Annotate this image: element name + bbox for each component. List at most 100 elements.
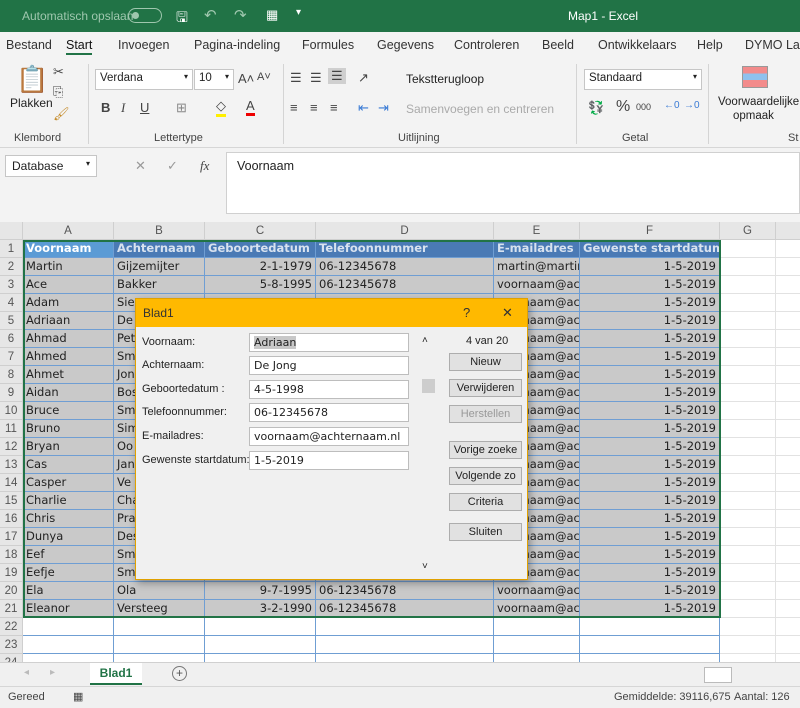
cell[interactable]	[580, 654, 720, 662]
cell[interactable]	[720, 294, 776, 312]
cell[interactable]	[720, 276, 776, 294]
cell[interactable]	[114, 654, 205, 662]
cell[interactable]	[776, 654, 800, 662]
row-header[interactable]: 18	[0, 546, 23, 564]
name-box[interactable]: Database ▾	[5, 155, 97, 177]
cell[interactable]	[720, 312, 776, 330]
tab-controleren[interactable]: Controleren	[454, 38, 519, 52]
cell[interactable]: 1-5-2019	[580, 384, 720, 402]
formula-input[interactable]: Voornaam	[226, 152, 800, 214]
row-header[interactable]: 9	[0, 384, 23, 402]
cell[interactable]	[23, 636, 114, 654]
cell[interactable]	[494, 618, 580, 636]
column-header-A[interactable]: A	[23, 222, 114, 240]
increase-font-icon[interactable]: A˄	[238, 71, 254, 86]
cell[interactable]	[720, 348, 776, 366]
close-form-button[interactable]: Sluiten	[449, 523, 522, 541]
customize-qat-icon[interactable]: ▾	[296, 7, 301, 18]
percent-icon[interactable]: %	[616, 98, 630, 116]
align-middle-icon[interactable]: ☰	[310, 70, 322, 86]
cell[interactable]	[776, 420, 800, 438]
cell[interactable]: Ola	[114, 582, 205, 600]
cell[interactable]	[776, 240, 800, 258]
delete-button[interactable]: Verwijderen	[449, 379, 522, 397]
cell[interactable]: voornaam@achternaam.nl	[494, 276, 580, 294]
format-painter-icon[interactable]: 🖌	[53, 106, 70, 122]
column-header-F[interactable]: F	[580, 222, 720, 240]
cell[interactable]	[580, 618, 720, 636]
horizontal-scrollbar[interactable]	[704, 667, 732, 683]
row-header[interactable]: 11	[0, 420, 23, 438]
cell[interactable]: 06-12345678	[316, 276, 494, 294]
row-header[interactable]: 2	[0, 258, 23, 276]
cell[interactable]	[776, 402, 800, 420]
cell[interactable]	[720, 636, 776, 654]
find-prev-button[interactable]: Vorige zoeke	[449, 441, 522, 459]
scroll-left-icon[interactable]: ◂	[24, 667, 29, 678]
paste-icon[interactable]: 📋	[16, 64, 48, 95]
cell[interactable]: 1-5-2019	[580, 348, 720, 366]
cell[interactable]	[580, 636, 720, 654]
column-header-G[interactable]: G	[720, 222, 776, 240]
row-header[interactable]: 17	[0, 528, 23, 546]
autosave-toggle[interactable]	[128, 8, 162, 23]
cell[interactable]	[776, 456, 800, 474]
wrap-text-button[interactable]: Tekstterugloop	[406, 72, 484, 86]
row-header[interactable]: 24	[0, 654, 23, 662]
tab-help[interactable]: Help	[697, 38, 723, 52]
cell[interactable]	[776, 384, 800, 402]
cell[interactable]	[776, 600, 800, 618]
cell[interactable]: 06-12345678	[316, 582, 494, 600]
align-left-icon[interactable]: ≡	[290, 100, 298, 115]
field-input[interactable]: Adriaan	[249, 333, 409, 352]
cell[interactable]: 1-5-2019	[580, 582, 720, 600]
cell[interactable]: 1-5-2019	[580, 600, 720, 618]
add-sheet-icon[interactable]: +	[172, 666, 187, 681]
row-header[interactable]: 23	[0, 636, 23, 654]
cell[interactable]: Charlie	[23, 492, 114, 510]
cell[interactable]: Chris	[23, 510, 114, 528]
cell[interactable]	[720, 618, 776, 636]
cell[interactable]	[776, 330, 800, 348]
row-header[interactable]: 15	[0, 492, 23, 510]
cell[interactable]: Casper	[23, 474, 114, 492]
cell[interactable]: Cas	[23, 456, 114, 474]
cell[interactable]	[776, 618, 800, 636]
cell[interactable]	[720, 330, 776, 348]
cell[interactable]	[720, 402, 776, 420]
cell[interactable]: 06-12345678	[316, 600, 494, 618]
cell[interactable]: Eef	[23, 546, 114, 564]
cell[interactable]: 5-8-1995	[205, 276, 316, 294]
cell[interactable]	[23, 618, 114, 636]
font-color-icon[interactable]: A	[246, 98, 255, 116]
align-top-icon[interactable]: ☰	[290, 70, 302, 86]
cell[interactable]: 1-5-2019	[580, 492, 720, 510]
scroll-down-icon[interactable]: ˅	[422, 561, 428, 572]
cell[interactable]	[776, 438, 800, 456]
cell[interactable]	[776, 258, 800, 276]
save-icon[interactable]: 🖫	[176, 7, 188, 31]
cell[interactable]: 1-5-2019	[580, 438, 720, 456]
cell[interactable]: 1-5-2019	[580, 366, 720, 384]
borders-icon[interactable]: ⊞	[176, 100, 187, 116]
column-header-D[interactable]: D	[316, 222, 494, 240]
cell[interactable]	[776, 546, 800, 564]
scroll-right-icon[interactable]: ▸	[50, 667, 55, 678]
column-header-E[interactable]: E	[494, 222, 580, 240]
cell[interactable]	[776, 582, 800, 600]
orientation-icon[interactable]: ↗	[358, 70, 369, 86]
cell[interactable]: Ahmed	[23, 348, 114, 366]
conditional-format-button[interactable]: Voorwaardelijke	[718, 96, 799, 108]
cell[interactable]: Achternaam	[114, 240, 205, 258]
cut-icon[interactable]: ✂	[53, 64, 64, 80]
field-input[interactable]: voornaam@achternaam.nl	[249, 427, 409, 446]
cell[interactable]	[114, 618, 205, 636]
cell[interactable]: Bakker	[114, 276, 205, 294]
cell[interactable]	[494, 654, 580, 662]
column-header-C[interactable]: C	[205, 222, 316, 240]
row-header[interactable]: 10	[0, 402, 23, 420]
scroll-up-icon[interactable]: ˄	[422, 335, 428, 346]
cell[interactable]: Martin	[23, 258, 114, 276]
tab-dymo[interactable]: DYMO Lab	[745, 38, 800, 52]
increase-decimal-icon[interactable]: ←0	[664, 100, 680, 111]
